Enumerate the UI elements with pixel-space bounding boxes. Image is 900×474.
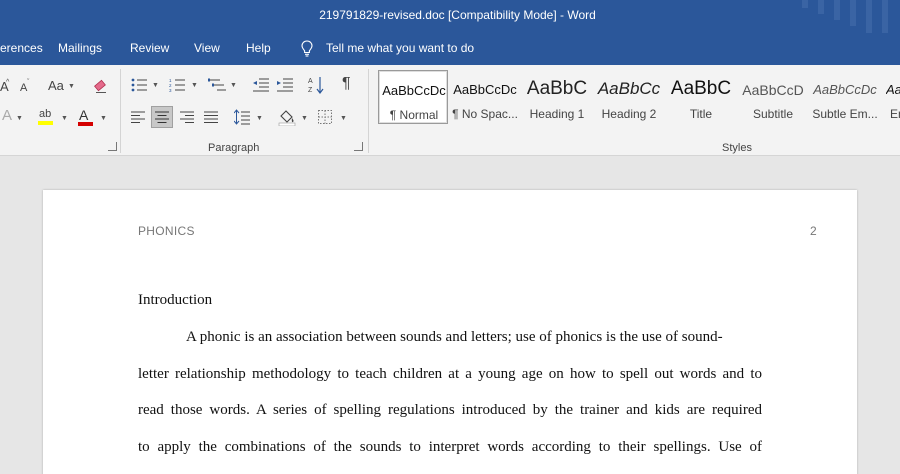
style-name: ¶ No Spac... [452,107,518,121]
font-color-swatch [78,122,93,126]
grow-font-arrow-icon: ^ [6,79,10,86]
eraser-icon[interactable] [93,78,109,94]
style-heading-1[interactable]: AaBbC Heading 1 [522,70,592,124]
group-separator [368,69,369,153]
chevron-down-icon[interactable]: ▼ [61,115,68,122]
svg-text:A: A [308,78,313,85]
font-dialog-launcher[interactable] [108,142,117,151]
chevron-down-icon[interactable]: ▼ [301,115,308,122]
decrease-indent-icon[interactable] [253,78,269,92]
style-preview: AaBbCcD [742,82,804,98]
change-case-button[interactable]: Aa [48,79,64,93]
title-bar-decoration [850,0,856,26]
style-name: Title [689,107,713,121]
chevron-down-icon[interactable]: ▼ [340,115,347,122]
title-bar: 219791829-revised.doc [Compatibility Mod… [0,0,900,33]
line-spacing-icon[interactable] [234,109,250,125]
highlight-button[interactable]: ab [39,107,51,121]
tab-view[interactable]: View [194,41,220,55]
align-center-button[interactable] [151,106,173,128]
tab-review[interactable]: Review [130,41,169,55]
style-subtle-emphasis[interactable]: AaBbCcDc Subtle Em... [810,70,880,124]
font-color-button[interactable]: A [79,108,88,122]
style-preview: Aa [886,82,900,97]
document-canvas[interactable]: PHONICS 2 Introduction A phonic is an as… [0,157,900,474]
style-normal[interactable]: AaBbCcDc ¶ Normal [378,70,448,124]
document-page[interactable]: PHONICS 2 Introduction A phonic is an as… [43,190,857,474]
section-heading: Introduction [138,292,213,308]
show-formatting-marks-icon[interactable]: ¶ [342,76,351,92]
style-emphasis[interactable]: Aa Em [882,70,900,124]
window-title: 219791829-revised.doc [Compatibility Mod… [319,8,596,22]
svg-text:Z: Z [308,87,313,94]
style-heading-2[interactable]: AaBbCc Heading 2 [594,70,664,124]
title-bar-decoration [834,0,840,20]
bullets-icon[interactable] [131,78,147,92]
style-preview: AaBbC [670,78,732,99]
title-bar-decoration [866,0,872,33]
svg-text:3: 3 [169,88,172,92]
chevron-down-icon[interactable]: ▼ [191,82,198,89]
chevron-down-icon[interactable]: ▼ [230,82,237,89]
sort-icon[interactable]: A Z [308,76,324,94]
justify-icon[interactable] [204,111,218,123]
style-subtitle[interactable]: AaBbCcD Subtitle [738,70,808,124]
align-left-icon[interactable] [131,111,145,123]
tell-me-search[interactable]: Tell me what you want to do [326,41,474,55]
paragraph-line: A phonic is an association between sound… [186,329,723,345]
page-number: 2 [810,224,817,238]
title-bar-decoration [818,0,824,14]
multilevel-list-icon[interactable] [208,78,226,92]
styles-group-label: Styles [722,142,752,154]
style-name: Heading 1 [529,107,585,121]
paragraph-line: to apply the combinations of the sounds … [138,439,762,455]
style-preview: AaBbCc [597,79,661,98]
style-name: ¶ Normal [389,108,439,122]
style-name: Em [890,107,900,121]
ribbon-tabs: erences Mailings Review View Help Tell m… [0,33,900,65]
tab-references[interactable]: erences [0,41,43,55]
paragraph-dialog-launcher[interactable] [354,142,363,151]
style-title[interactable]: AaBbC Title [666,70,736,124]
tab-help[interactable]: Help [246,41,271,55]
align-center-icon [155,111,169,123]
lightbulb-icon [301,40,313,57]
numbering-icon[interactable]: 1 2 3 [169,78,185,92]
style-preview: AaBbCcDc [813,82,877,97]
chevron-down-icon[interactable]: ▼ [68,83,75,90]
shading-icon[interactable] [278,108,296,126]
chevron-down-icon[interactable]: ▼ [16,115,23,122]
ribbon: A ^ A ˇ Aa ▼ A ▼ ab ▼ A ▼ ▼ 1 2 3 ▼ ▼ A [0,65,900,156]
style-name: Subtitle [752,107,794,121]
chevron-down-icon[interactable]: ▼ [256,115,263,122]
style-preview: AaBbCcDc [453,82,517,97]
style-no-spacing[interactable]: AaBbCcDc ¶ No Spac... [450,70,520,124]
chevron-down-icon[interactable]: ▼ [152,82,159,89]
style-name: Heading 2 [601,107,657,121]
style-preview: AaBbCcDc [382,83,446,98]
style-name: Subtle Em... [812,107,878,121]
tab-mailings[interactable]: Mailings [58,41,102,55]
chevron-down-icon[interactable]: ▼ [100,115,107,122]
increase-indent-icon[interactable] [277,78,293,92]
shrink-font-arrow-icon: ˇ [27,79,30,86]
text-effects-button[interactable]: A [2,108,12,123]
title-bar-decoration [882,0,888,33]
highlight-color-swatch [38,121,53,125]
paragraph-line: read those words. A series of spelling r… [138,402,762,418]
align-right-icon[interactable] [180,111,194,123]
group-separator [120,69,121,153]
page-header: PHONICS [138,224,195,238]
title-bar-decoration [802,0,808,8]
paragraph-line: letter relationship methodology to teach… [138,366,762,382]
paragraph-group-label: Paragraph [208,142,260,154]
borders-icon[interactable] [318,110,332,124]
style-preview: AaBbC [526,78,588,99]
